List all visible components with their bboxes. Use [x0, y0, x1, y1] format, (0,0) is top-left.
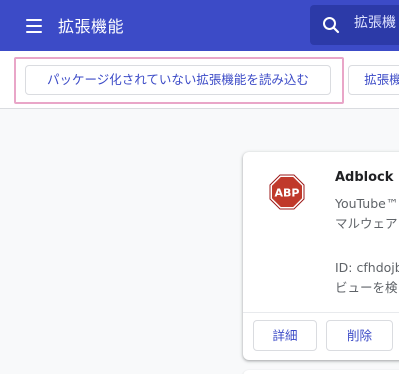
load-unpacked-button[interactable]: パッケージ化されていない拡張機能を読み込む: [25, 65, 331, 95]
inspect-views: ビューを検: [335, 280, 398, 295]
adblock-plus-icon: ABP: [269, 174, 305, 214]
search-input[interactable]: [354, 15, 399, 31]
extension-card-next: [243, 370, 399, 374]
search-box[interactable]: [310, 5, 399, 45]
remove-button[interactable]: 削除: [326, 320, 393, 351]
card-divider: [243, 312, 399, 313]
menu-icon: [26, 19, 42, 21]
pack-extension-button[interactable]: 拡張機: [348, 65, 399, 95]
page-title: 拡張機能: [58, 17, 125, 36]
app-header: 拡張機能: [0, 0, 399, 51]
extension-description: YouTube™ l マルウェア: [335, 196, 399, 231]
extension-id: ID: cfhdojbk ビューを検: [335, 258, 399, 298]
search-icon: [323, 17, 340, 34]
developer-toolbar: パッケージ化されていない拡張機能を読み込む 拡張機: [0, 51, 399, 109]
svg-text:ABP: ABP: [275, 187, 300, 200]
extension-name: Adblock Plu: [335, 170, 399, 185]
extension-card: ABP Adblock Plu YouTube™ l マルウェア ID: cfh…: [243, 152, 399, 360]
menu-button[interactable]: [22, 14, 48, 36]
details-button[interactable]: 詳細: [253, 320, 317, 351]
